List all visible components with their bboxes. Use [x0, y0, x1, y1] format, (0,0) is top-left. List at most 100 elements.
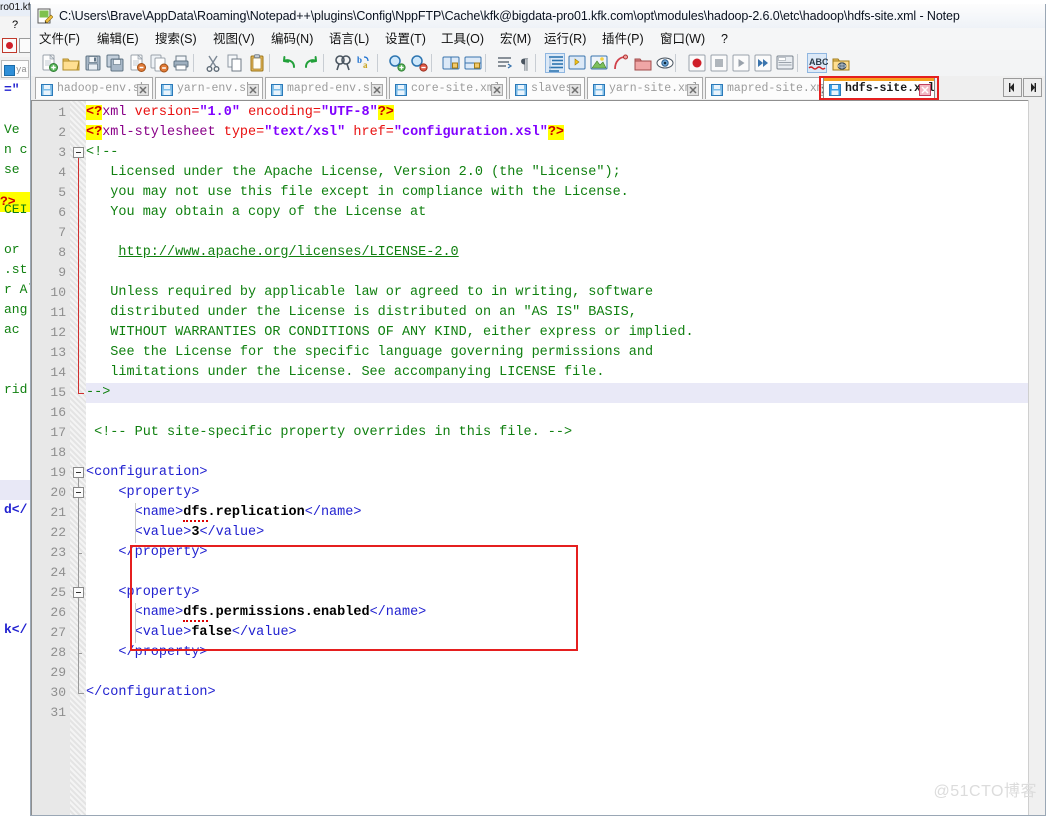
background-tab[interactable]: yar [1, 60, 29, 78]
menu-item-11[interactable]: 窗口(W) [660, 28, 705, 50]
code-line-20[interactable]: <property> [86, 483, 199, 503]
menu-item-2[interactable]: 搜索(S) [155, 28, 197, 50]
copy-icon[interactable] [225, 53, 245, 73]
code-line-5[interactable]: you may not use this file except in comp… [86, 183, 629, 203]
code-line-8[interactable]: http://www.apache.org/licenses/LICENSE-2… [86, 243, 458, 263]
code-line-1[interactable]: <?xml version="1.0" encoding="UTF-8"?> [86, 103, 394, 123]
sync-horizontal-icon[interactable] [463, 53, 483, 73]
close-all-icon[interactable] [149, 53, 169, 73]
code-line-14[interactable]: limitations under the License. See accom… [86, 363, 604, 383]
code-line-22[interactable]: <value>3</value> [86, 523, 265, 543]
background-window-code[interactable]: ?>="Ven cseCEIor.str Alangacridd</k</ [0, 80, 30, 816]
tab-hdfs-site-xml[interactable]: hdfs-site.xml [823, 77, 935, 99]
menu-item-5[interactable]: 语言(L) [329, 28, 369, 50]
macro-record-icon[interactable] [2, 38, 17, 53]
paste-icon[interactable] [247, 53, 267, 73]
open-file-icon[interactable] [61, 53, 81, 73]
menu-item-9[interactable]: 运行(R) [544, 28, 586, 50]
macro-stop-icon[interactable] [19, 38, 30, 53]
print-icon[interactable] [171, 53, 191, 73]
find-icon[interactable] [333, 53, 353, 73]
redo-icon[interactable] [301, 53, 321, 73]
fold-toggle-line-19[interactable] [73, 467, 84, 478]
macro-record-icon[interactable] [687, 53, 707, 73]
tool-bar[interactable]: b a ¶ ABC [31, 50, 1045, 77]
user-define-dialog-icon[interactable] [567, 53, 587, 73]
word-wrap-icon[interactable] [495, 53, 515, 73]
tab-mapred-site-xml[interactable]: mapred-site.xml [705, 77, 835, 99]
menu-item-3[interactable]: 视图(V) [213, 28, 255, 50]
code-line-6[interactable]: You may obtain a copy of the License at [86, 203, 426, 223]
code-line-10[interactable]: Unless required by applicable law or agr… [86, 283, 653, 303]
code-line-23[interactable]: </property> [86, 543, 207, 563]
code-line-27[interactable]: <value>false</value> [86, 623, 297, 643]
code-line-4[interactable]: Licensed under the Apache License, Versi… [86, 163, 620, 183]
tab-close-icon[interactable] [137, 83, 149, 96]
save-icon[interactable] [83, 53, 103, 73]
menu-item-1[interactable]: 编辑(E) [97, 28, 139, 50]
macro-stop-icon[interactable] [709, 53, 729, 73]
tab-bar[interactable]: hadoop-env.sh yarn-env.sh mapred-env.sh cor… [31, 76, 1045, 101]
tab-mapred-env-sh[interactable]: mapred-env.sh [265, 77, 387, 99]
monitoring-icon[interactable] [655, 53, 675, 73]
tab-scroll-left-arrow[interactable] [1003, 78, 1022, 97]
macro-playmany-icon[interactable] [753, 53, 773, 73]
fold-margin[interactable] [70, 101, 86, 815]
folder-workspace-icon[interactable] [633, 53, 653, 73]
code-line-17[interactable]: <!-- Put site-specific property override… [86, 423, 572, 443]
code-line-28[interactable]: </property> [86, 643, 207, 663]
indent-guide-icon[interactable] [545, 53, 565, 73]
menu-item-6[interactable]: 设置(T) [385, 28, 426, 50]
function-list-icon[interactable] [611, 53, 631, 73]
code-line-15[interactable]: --> [86, 383, 110, 403]
tab-close-icon[interactable] [491, 83, 503, 96]
code-line-30[interactable]: </configuration> [86, 683, 216, 703]
tab-core-site-xml[interactable]: core-site.xml [389, 77, 507, 99]
title-bar[interactable]: C:\Users\Brave\AppData\Roaming\Notepad++… [31, 4, 1045, 29]
tab-yarn-env-sh[interactable]: yarn-env.sh [155, 77, 263, 99]
tab-scroll-right-arrow[interactable] [1023, 78, 1042, 97]
code-line-2[interactable]: <?xml-stylesheet type="text/xsl" href="c… [86, 123, 565, 143]
save-all-icon[interactable] [105, 53, 125, 73]
background-window[interactable]: ro01.kf ? yar ?>="Ven cseCEIor.str Alang… [0, 0, 30, 816]
menu-bar[interactable]: 文件(F) 编辑(E) 搜索(S) 视图(V) 编码(N) 语言(L) 设置(T) 工具(O)… [31, 28, 1045, 51]
menu-item-0[interactable]: 文件(F) [39, 28, 80, 50]
close-file-icon[interactable] [127, 53, 147, 73]
code-line-25[interactable]: <property> [86, 583, 199, 603]
editor-area[interactable]: 1 2 3 4 5 6 7 8 9 10 11 12 13 14 15 16 17 18 19 20 21 22 23 24 2… [31, 100, 1045, 815]
fold-toggle-line-25[interactable] [73, 587, 84, 598]
tab-slaves[interactable]: slaves [509, 77, 585, 99]
sync-vertical-icon[interactable] [441, 53, 461, 73]
cut-icon[interactable] [203, 53, 223, 73]
code-line-26[interactable]: <name>dfs.permissions.enabled</name> [86, 603, 426, 623]
document-map-icon[interactable] [589, 53, 609, 73]
code-line-21[interactable]: <name>dfs.replication</name> [86, 503, 361, 523]
zoom-in-icon[interactable] [387, 53, 407, 73]
code-line-13[interactable]: See the License for the specific languag… [86, 343, 653, 363]
vertical-scrollbar[interactable] [1028, 100, 1045, 815]
menu-item-7[interactable]: 工具(O) [441, 28, 484, 50]
show-all-chars-icon[interactable]: ¶ [517, 53, 537, 73]
undo-icon[interactable] [279, 53, 299, 73]
tab-close-icon[interactable] [687, 83, 699, 96]
background-window-tabbar[interactable]: yar [0, 58, 30, 80]
tab-close-icon[interactable] [371, 83, 383, 96]
fold-toggle-line-20[interactable] [73, 487, 84, 498]
code-line-11[interactable]: distributed under the License is distrib… [86, 303, 637, 323]
replace-icon[interactable]: ba [355, 53, 375, 73]
tab-close-icon[interactable] [247, 83, 259, 96]
tab-hadoop-env-sh[interactable]: hadoop-env.sh [35, 77, 153, 99]
spell-check-icon[interactable]: ABC [807, 53, 829, 73]
code-line-3[interactable]: <!-- [86, 143, 118, 163]
code-line-12[interactable]: WITHOUT WARRANTIES OR CONDITIONS OF ANY … [86, 323, 693, 343]
zoom-out-icon[interactable] [409, 53, 429, 73]
tab-close-icon[interactable] [569, 83, 581, 96]
tab-close-icon[interactable] [919, 83, 931, 96]
background-window-menu[interactable]: ? [0, 17, 30, 33]
menu-item-10[interactable]: 插件(P) [602, 28, 644, 50]
background-window-toolbar[interactable] [0, 33, 30, 57]
menu-item-12[interactable]: ? [721, 28, 728, 50]
code-content[interactable]: <?xml version="1.0" encoding="UTF-8"?> <?… [86, 101, 1045, 815]
macro-save-icon[interactable] [775, 53, 795, 73]
code-line-19[interactable]: <configuration> [86, 463, 208, 483]
